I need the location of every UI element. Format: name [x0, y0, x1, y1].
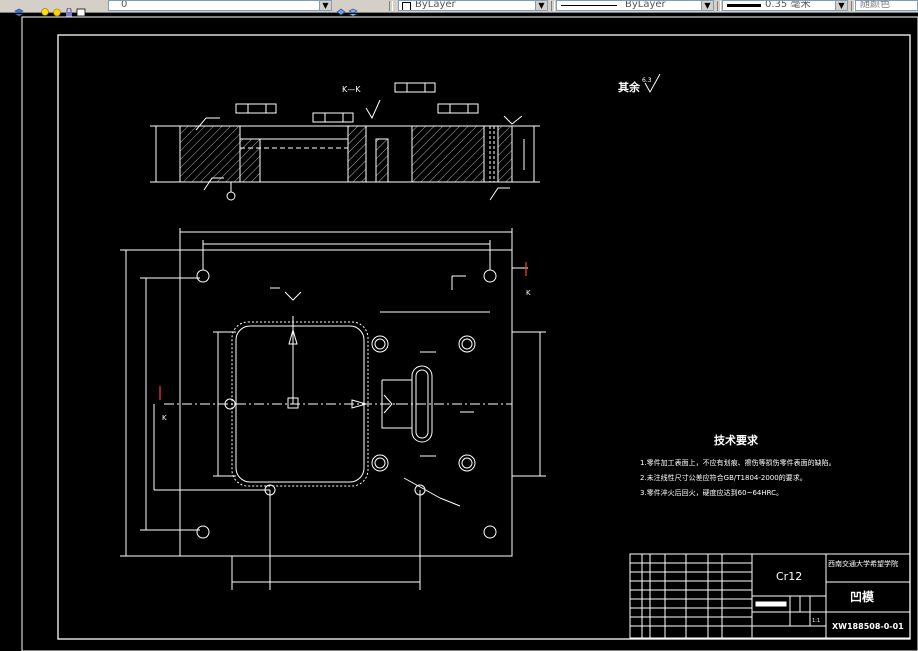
- toolbar-separator: [551, 1, 555, 11]
- tech-title: 技术要求: [714, 433, 759, 447]
- plotstyle-dropdown[interactable]: 随颜色: [855, 0, 918, 11]
- section-label: K—K: [342, 85, 361, 94]
- toolbar-separator: [389, 1, 393, 11]
- properties-toolbar: 0 ▼ ByLayer ▼ ByLayer ▼ 0.35 毫米 ▼ 随颜色: [0, 0, 918, 17]
- section-marker-top: K: [526, 289, 531, 297]
- hatch-mid2: [375, 138, 389, 183]
- scale-value: 1:1: [812, 618, 820, 624]
- part-name: 凹模: [850, 589, 875, 604]
- chevron-down-icon[interactable]: ▼: [701, 1, 713, 10]
- color-swatch: [402, 2, 411, 10]
- color-value: ByLayer: [415, 0, 456, 10]
- section-marker-left: K: [162, 414, 167, 422]
- layer-tools: [14, 0, 88, 17]
- layer-match-tools: [336, 0, 360, 16]
- plotstyle-value: 随颜色: [860, 0, 890, 10]
- lightbulb-icon[interactable]: [40, 2, 50, 16]
- tech-item-3: 3.零件淬火后回火，硬度应达到60~64HRC。: [640, 488, 783, 497]
- color-square-icon[interactable]: [76, 2, 86, 16]
- chevron-down-icon[interactable]: ▼: [535, 1, 547, 10]
- section-view: K—K: [150, 82, 540, 201]
- drawing-canvas[interactable]: K—K 其余 6.3 K K 技术要求 1.零件加工表面上，不应有划痕、擦伤等损…: [0, 13, 918, 651]
- chevron-down-icon[interactable]: ▼: [319, 1, 331, 10]
- title-marking: [755, 601, 787, 607]
- technical-requirements: 技术要求 1.零件加工表面上，不应有划痕、擦伤等损伤零件表面的缺陷。 2.未注线…: [640, 433, 836, 497]
- tech-item-1: 1.零件加工表面上，不应有划痕、擦伤等损伤零件表面的缺陷。: [640, 458, 836, 467]
- layer-value: 0: [121, 0, 128, 10]
- hatch-left: [179, 125, 241, 183]
- color-dropdown[interactable]: ByLayer ▼: [398, 0, 548, 11]
- layer-match-icon[interactable]: [348, 2, 358, 16]
- tech-item-2: 2.未注线性尺寸公差应符合GB/T1804-2000的要求。: [640, 473, 807, 482]
- layer-states-icon[interactable]: [14, 2, 24, 16]
- roughness-value: 6.3: [642, 77, 652, 84]
- hatch-mid1: [347, 125, 367, 183]
- roughness-symbol: 6.3: [642, 73, 661, 94]
- plan-view: [120, 228, 546, 590]
- sun-icon[interactable]: [52, 2, 62, 16]
- hatch-right: [411, 125, 485, 183]
- linetype-dropdown[interactable]: ByLayer ▼: [556, 0, 714, 11]
- chevron-down-icon[interactable]: ▼: [835, 1, 847, 10]
- lineweight-preview: [727, 4, 761, 7]
- title-block: Cr12 西南交通大学希望学院 凹模 XW188508-0-01 1:1: [629, 553, 911, 639]
- hatch-left-step: [239, 138, 261, 183]
- lock-icon[interactable]: [64, 2, 74, 17]
- linetype-preview: [561, 5, 617, 6]
- layer-previous-icon[interactable]: [336, 2, 346, 15]
- lineweight-dropdown[interactable]: 0.35 毫米 ▼: [722, 0, 848, 11]
- toolbar-separator: [717, 1, 721, 11]
- hatch-edge: [497, 125, 513, 183]
- layer-dropdown[interactable]: 0 ▼: [108, 0, 332, 11]
- lineweight-value: 0.35 毫米: [765, 0, 811, 10]
- school-label: 西南交通大学希望学院: [828, 559, 898, 568]
- section-markers: K K: [159, 262, 531, 422]
- other-roughness-label: 其余: [618, 80, 641, 94]
- linetype-value: ByLayer: [625, 0, 666, 10]
- material-label: Cr12: [776, 570, 802, 583]
- drawing-number: XW188508-0-01: [832, 622, 904, 631]
- plate-outline: [179, 249, 513, 557]
